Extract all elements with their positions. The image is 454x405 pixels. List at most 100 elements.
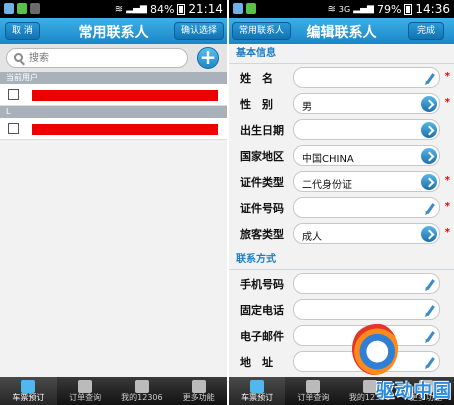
- field-label: 国家地区: [240, 150, 284, 163]
- tab-label: 车票预订: [12, 393, 45, 402]
- field-value: 二代身份证: [302, 180, 352, 191]
- tab-label: 车票预订: [241, 393, 274, 402]
- id-type-row: 证件类型 二代身份证 *: [229, 168, 454, 194]
- app-notification-icon: [246, 3, 256, 14]
- mobile-field[interactable]: [293, 273, 440, 294]
- status-bar: ≋ ▂▄▆ 84% 21:14: [0, 0, 227, 18]
- search-input[interactable]: [29, 51, 179, 66]
- passenger-type-select[interactable]: 成人: [293, 223, 440, 244]
- network-type: 3G: [338, 4, 351, 14]
- clock: 14:36: [415, 2, 450, 16]
- watermark-logo-icon: [352, 323, 398, 375]
- id-type-select[interactable]: 二代身份证: [293, 171, 440, 192]
- tab-order-query[interactable]: 订单查询: [57, 377, 114, 405]
- tab-my-12306[interactable]: 我的12306: [114, 377, 171, 405]
- field-label: 旅客类型: [240, 228, 284, 241]
- chevron-right-icon: [421, 122, 437, 138]
- tab-ticket-booking[interactable]: 车票预订: [229, 377, 286, 405]
- edit-pencil-icon: [426, 279, 435, 290]
- field-value: 男: [302, 102, 312, 113]
- watermark-text: 驱动中国: [376, 381, 452, 402]
- section-header-current-user: 当前用户: [0, 72, 227, 84]
- contacts-screen: ≋ ▂▄▆ 84% 21:14 取 消 常用联系人 确认选择 + 当前用户 L …: [0, 0, 227, 405]
- chevron-right-icon: [421, 174, 437, 190]
- country-select[interactable]: 中国CHINA: [293, 145, 440, 166]
- id-number-field[interactable]: [293, 197, 440, 218]
- edit-pencil-icon: [426, 305, 435, 316]
- name-row: 姓 名 *: [229, 64, 454, 90]
- tab-more[interactable]: 更多功能: [170, 377, 227, 405]
- field-label: 手机号码: [240, 278, 284, 291]
- wifi-icon: ≋: [327, 3, 336, 15]
- chevron-right-icon: [421, 226, 437, 242]
- country-row: 国家地区 中国CHINA: [229, 142, 454, 168]
- landline-field[interactable]: [293, 299, 440, 320]
- section-header-l: L: [0, 106, 227, 118]
- status-bar: ≋ 3G ▂▄▆ 79% 14:36: [229, 0, 454, 18]
- wifi-icon: ≋: [114, 3, 124, 15]
- signal-icon: ▂▄▆: [353, 4, 374, 14]
- redacted-contact-name: [32, 124, 218, 135]
- landline-row: 固定电话: [229, 296, 454, 322]
- redacted-contact-name: [32, 90, 218, 101]
- app-notification-icon: [17, 3, 27, 14]
- tab-ticket-booking[interactable]: 车票预订: [0, 377, 57, 405]
- tab-label: 更多功能: [182, 393, 215, 402]
- search-bar: +: [0, 44, 227, 72]
- bottom-tab-bar: 车票预订 订单查询 我的12306 更多功能: [0, 377, 227, 405]
- required-mark: *: [444, 97, 450, 108]
- field-label: 证件类型: [240, 176, 284, 189]
- contacts-titlebar: 取 消 常用联系人 确认选择: [0, 18, 227, 44]
- gender-row: 性 别 男 *: [229, 90, 454, 116]
- battery-percent: 84%: [149, 2, 175, 16]
- battery-icon: [404, 3, 413, 15]
- chevron-right-icon: [421, 96, 437, 112]
- edit-contact-screen: ≋ 3G ▂▄▆ 79% 14:36 常用联系人 编辑联系人 完成 基本信息 姓…: [229, 0, 454, 405]
- tab-label: 订单查询: [69, 393, 102, 402]
- gender-select[interactable]: 男: [293, 93, 440, 114]
- birthdate-select[interactable]: [293, 119, 440, 140]
- required-mark: *: [444, 175, 450, 186]
- field-label: 性 别: [240, 98, 273, 111]
- birthdate-row: 出生日期: [229, 116, 454, 142]
- list-item[interactable]: [0, 84, 227, 106]
- edit-pencil-icon: [426, 73, 435, 84]
- chevron-right-icon: [421, 148, 437, 164]
- search-icon: [14, 53, 23, 62]
- mobile-row: 手机号码: [229, 270, 454, 296]
- field-label: 地 址: [240, 356, 273, 369]
- tab-order-query[interactable]: 订单查询: [285, 377, 341, 405]
- gallery-icon: [4, 3, 14, 14]
- signal-icon: ▂▄▆: [126, 4, 147, 14]
- field-value: 成人: [302, 232, 322, 243]
- list-item[interactable]: [0, 118, 227, 140]
- edit-titlebar: 常用联系人 编辑联系人 完成: [229, 18, 454, 44]
- add-contact-button[interactable]: +: [197, 47, 219, 69]
- required-mark: *: [444, 71, 450, 82]
- battery-icon: [177, 3, 186, 15]
- required-mark: *: [444, 227, 450, 238]
- basic-info-header: 基本信息: [229, 44, 454, 64]
- contact-checkbox[interactable]: [8, 123, 19, 134]
- field-label: 姓 名: [240, 72, 273, 85]
- watermark: 驱动中国: [344, 323, 454, 405]
- contact-info-header: 联系方式: [229, 250, 454, 270]
- name-field[interactable]: [293, 67, 440, 88]
- field-label: 证件号码: [240, 202, 284, 215]
- confirm-selection-button[interactable]: 确认选择: [173, 22, 224, 40]
- field-value: 中国CHINA: [302, 154, 354, 165]
- notification-icon: [30, 3, 40, 14]
- tab-label: 订单查询: [297, 393, 330, 402]
- required-mark: *: [444, 201, 450, 212]
- edit-pencil-icon: [426, 203, 435, 214]
- field-label: 出生日期: [240, 124, 284, 137]
- done-button[interactable]: 完成: [407, 22, 444, 40]
- id-number-row: 证件号码 *: [229, 194, 454, 220]
- clock: 21:14: [188, 2, 223, 16]
- contact-checkbox[interactable]: [8, 89, 19, 100]
- search-box[interactable]: [6, 48, 188, 68]
- tab-label: 我的12306: [121, 393, 163, 402]
- field-label: 固定电话: [240, 304, 284, 317]
- passenger-type-row: 旅客类型 成人 *: [229, 220, 454, 246]
- field-label: 电子邮件: [240, 330, 284, 343]
